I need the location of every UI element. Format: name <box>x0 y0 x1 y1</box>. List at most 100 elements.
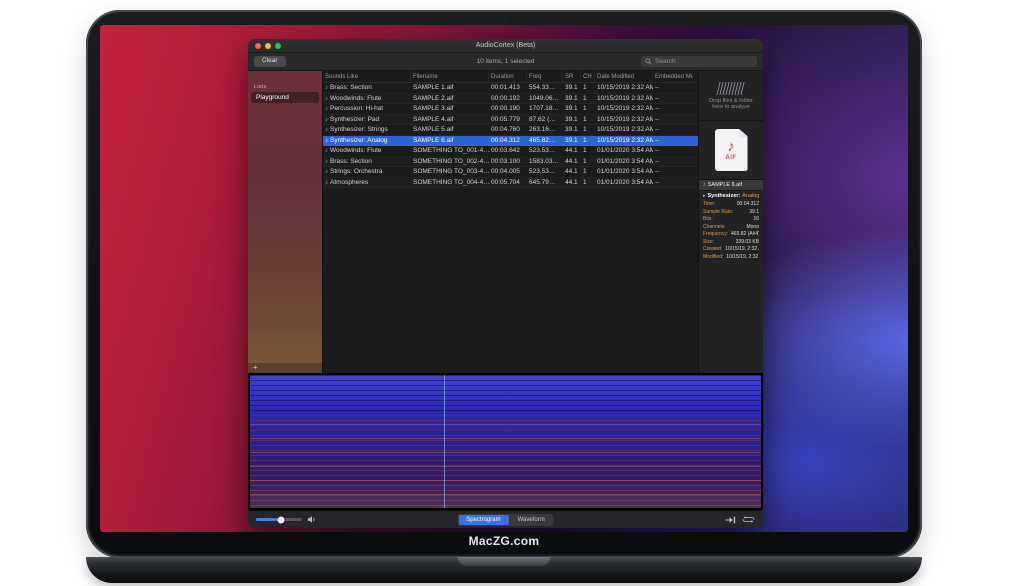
table-row[interactable]: ♪AtmospheresSOMETHING TO_004-4…00:05.704… <box>323 178 698 189</box>
sidebar-section-label: Lists <box>248 84 322 92</box>
column-header-filename[interactable]: Filename <box>411 71 489 82</box>
view-switcher: SpectrogramWaveform <box>457 514 553 526</box>
column-header-sr[interactable]: SR <box>563 71 581 82</box>
date-modified-cell: 01/01/2020 3:54 AM <box>595 168 653 175</box>
view-tab-waveform[interactable]: Waveform <box>510 515 553 525</box>
note-icon: ♪ <box>325 138 328 144</box>
table-row[interactable]: ♪Brass: SectionSOMETHING TO_002-4…00:03.… <box>323 157 698 168</box>
search-icon <box>645 58 652 65</box>
table-row[interactable]: ♪Woodwinds: FluteSOMETHING TO_001-4…00:0… <box>323 146 698 157</box>
ch-cell: 1 <box>581 95 595 102</box>
add-list-button[interactable]: + <box>253 364 258 372</box>
column-header-date-modified[interactable]: Date Modified <box>595 71 653 82</box>
ch-cell: 1 <box>581 168 595 175</box>
date-modified-cell: 10/15/2019 2:32 AM <box>595 137 653 144</box>
page-background: AudioCortex (Beta) Clear 10 items, 1 sel… <box>0 0 1009 586</box>
music-note-icon: ♪ <box>727 140 735 154</box>
clear-button[interactable]: Clear <box>254 56 286 67</box>
category-label: Synthesizer: <box>708 193 741 199</box>
column-header-embedded-metadata[interactable]: Embedded Metadata <box>653 71 693 82</box>
field-value: 16 <box>753 216 759 224</box>
field-value: Mono <box>746 224 759 232</box>
table-row[interactable]: ♪Synthesizer: PadSAMPLE 4.aif00:05.77987… <box>323 115 698 126</box>
sounds-like-cell: ♪Synthesizer: Analog <box>323 137 411 144</box>
field-label: Bits: <box>703 216 713 224</box>
drop-zone[interactable]: Drop files & folder here to analyze <box>699 71 763 121</box>
embedded-metadata-cell: -- <box>653 95 693 102</box>
search-placeholder: Search <box>655 58 676 65</box>
column-header-duration[interactable]: Duration <box>489 71 527 82</box>
note-icon: ♪ <box>703 182 706 188</box>
waveform-logo-icon <box>716 82 745 95</box>
embedded-metadata-cell: -- <box>653 84 693 91</box>
sidebar-item-playground[interactable]: Playground <box>251 92 319 103</box>
field-value: 465.82 (A#4) <box>731 231 759 239</box>
category-row[interactable]: ▸ Synthesizer: Analog <box>699 191 763 200</box>
search-field[interactable]: Search <box>641 56 757 67</box>
ch-cell: 1 <box>581 137 595 144</box>
table-row[interactable]: ♪Synthesizer: StringsSAMPLE 5.aif00:04.7… <box>323 125 698 136</box>
filename-cell: SAMPLE 1.aif <box>411 84 489 91</box>
date-modified-cell: 10/15/2019 2:32 AM <box>595 116 653 123</box>
ch-cell: 1 <box>581 116 595 123</box>
sr-cell: 39.1 <box>563 116 581 123</box>
column-header-freq[interactable]: Freq <box>527 71 563 82</box>
window-titlebar[interactable]: AudioCortex (Beta) <box>248 39 763 53</box>
table-row[interactable]: ♪Strings: OrchestraSOMETHING TO_003-4…00… <box>323 167 698 178</box>
speaker-icon[interactable] <box>307 515 317 524</box>
freq-cell: 523.53… <box>527 147 563 154</box>
freq-cell: 554.33… <box>527 84 563 91</box>
date-modified-cell: 01/01/2020 3:54 AM <box>595 147 653 154</box>
inspector-field: Modified:10/15/19, 2:32 AM <box>703 254 759 262</box>
inspector-field: Frequency:465.82 (A#4) <box>703 231 759 239</box>
column-header-sounds-like[interactable]: Sounds Like <box>323 71 411 82</box>
duration-cell: 00:01.413 <box>489 84 527 91</box>
note-icon: ♪ <box>325 117 328 123</box>
note-icon: ♪ <box>325 96 328 102</box>
sounds-like-cell: ♪Synthesizer: Strings <box>323 126 411 133</box>
embedded-metadata-cell: -- <box>653 105 693 112</box>
embedded-metadata-cell: -- <box>653 116 693 123</box>
file-table: Sounds LikeFilenameDurationFreqSRCHDate … <box>322 71 699 373</box>
view-tab-spectrogram[interactable]: Spectrogram <box>458 515 508 525</box>
playhead[interactable] <box>444 375 445 508</box>
filename-cell: SAMPLE 5.aif <box>411 126 489 133</box>
column-header-ch[interactable]: CH <box>581 71 595 82</box>
duration-cell: 00:04.312 <box>489 137 527 144</box>
sounds-like-cell: ♪Woodwinds: Flute <box>323 147 411 154</box>
lid-notch <box>458 557 550 566</box>
transport-bar: SpectrogramWaveform <box>248 510 763 528</box>
sounds-like-cell: ♪Atmospheres <box>323 179 411 186</box>
spectrogram-view[interactable] <box>248 373 763 510</box>
note-icon: ♪ <box>325 85 328 91</box>
sounds-like-cell: ♪Woodwinds: Flute <box>323 95 411 102</box>
field-value: 00:04.312 <box>737 201 759 209</box>
loop-button[interactable] <box>742 515 755 524</box>
duration-cell: 00:03.100 <box>489 158 527 165</box>
sr-cell: 44.1 <box>563 179 581 186</box>
note-icon: ♪ <box>325 148 328 154</box>
skip-to-end-icon[interactable] <box>725 516 736 524</box>
window-title: AudioCortex (Beta) <box>248 42 763 49</box>
volume-slider[interactable] <box>256 518 302 521</box>
macbook-screen: AudioCortex (Beta) Clear 10 items, 1 sel… <box>100 25 908 532</box>
aif-file-icon[interactable]: ♪ AIF <box>715 129 748 171</box>
embedded-metadata-cell: -- <box>653 126 693 133</box>
table-row[interactable]: ♪Woodwinds: FluteSAMPLE 2.aif00:00.19210… <box>323 94 698 105</box>
field-value: 10/15/19, 2:32 AM <box>726 254 759 262</box>
note-icon: ♪ <box>325 169 328 175</box>
table-row[interactable]: ♪Synthesizer: AnalogSAMPLE 6.aif00:04.31… <box>323 136 698 147</box>
note-icon: ♪ <box>325 106 328 112</box>
freq-cell: 87.62 (… <box>527 116 563 123</box>
filename-cell: SOMETHING TO_004-4… <box>411 179 489 186</box>
embedded-metadata-cell: -- <box>653 137 693 144</box>
filename-cell: SOMETHING TO_001-4… <box>411 147 489 154</box>
volume-knob[interactable] <box>278 516 285 523</box>
duration-cell: 00:04.760 <box>489 126 527 133</box>
inspector-field: Created:10/15/19, 2:32 AM <box>703 246 759 254</box>
table-row[interactable]: ♪Percussion: Hi-hatSAMPLE 3.aif00:00.190… <box>323 104 698 115</box>
drop-zone-text: Drop files & folder here to analyze <box>704 98 758 110</box>
field-label: Frequency: <box>703 231 728 239</box>
table-row[interactable]: ♪Brass: SectionSAMPLE 1.aif00:01.413554.… <box>323 83 698 94</box>
ch-cell: 1 <box>581 105 595 112</box>
